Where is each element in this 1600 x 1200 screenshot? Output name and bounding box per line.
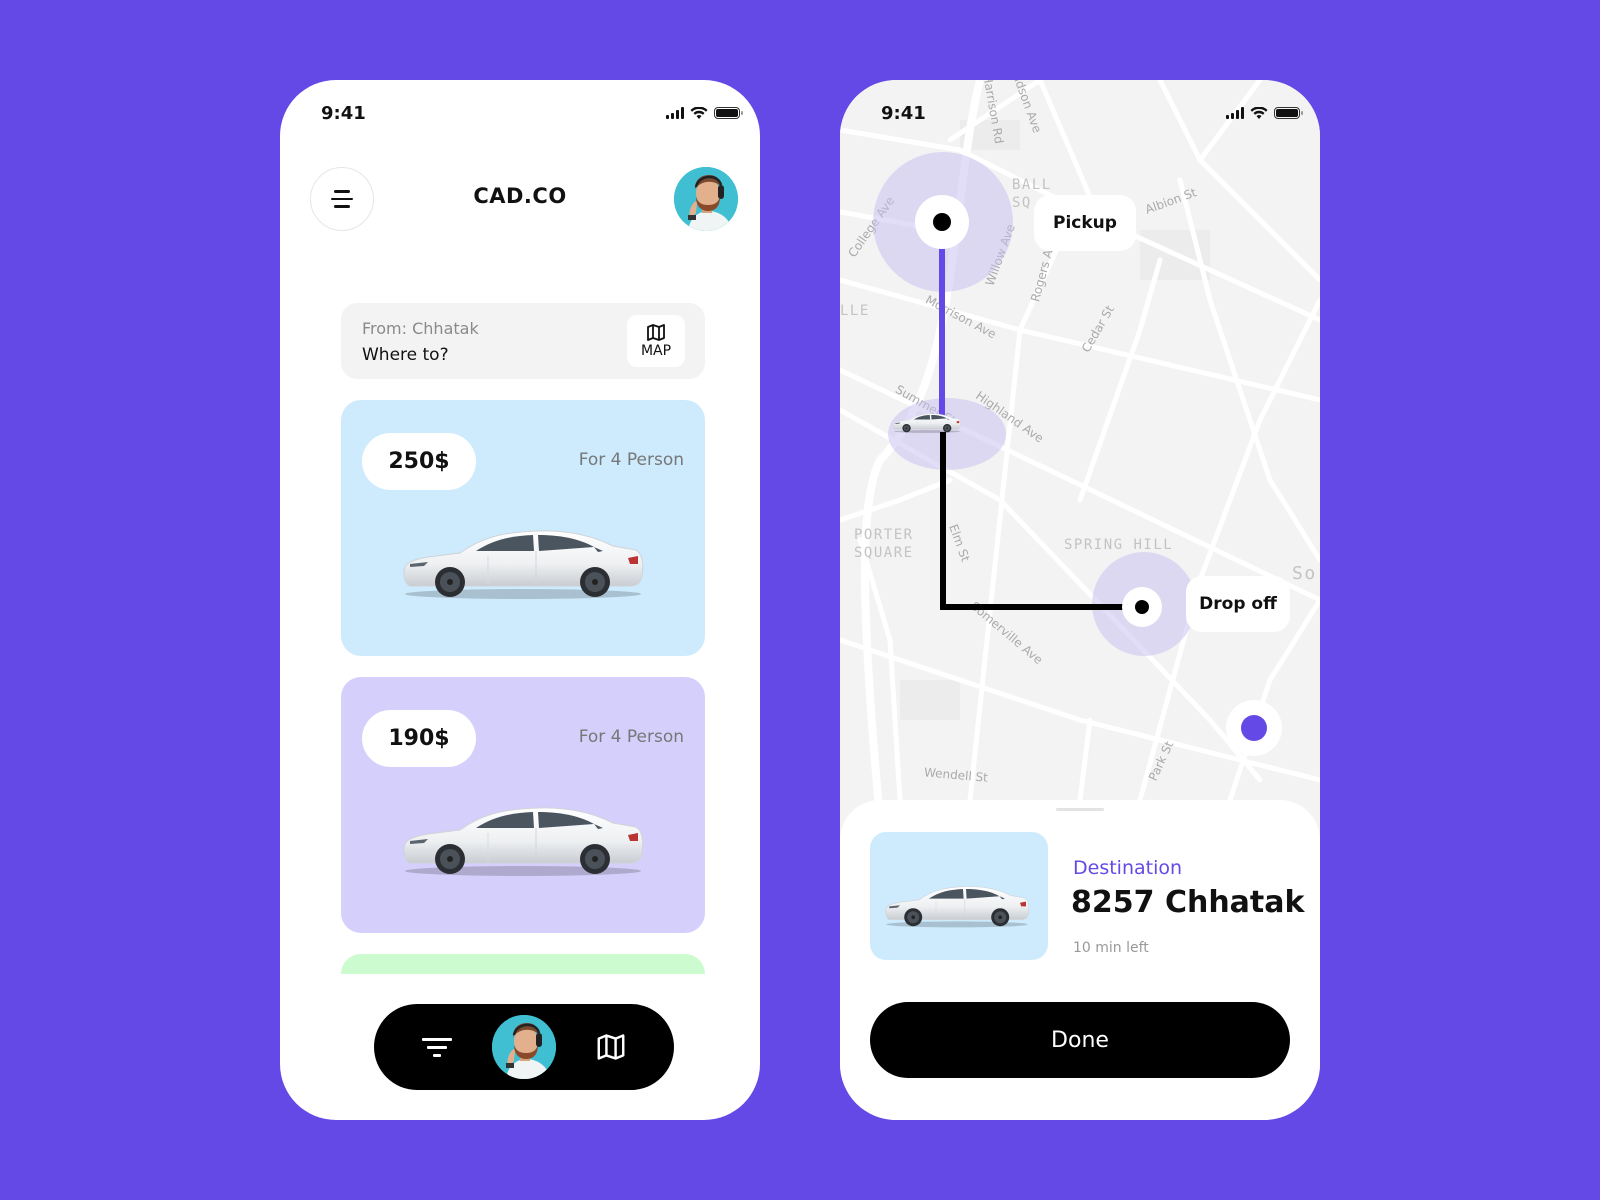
destination-value: 8257 Chhatak [1071,885,1305,920]
car-card[interactable]: 250$ For 4 Person [341,400,705,656]
destination-input[interactable]: Where to? [362,345,449,365]
wifi-icon [1250,106,1268,119]
ride-tracking-screen: Harrison Rd Hudson Ave College Ave Willo… [840,80,1320,1120]
map-view[interactable]: Harrison Rd Hudson Ave College Ave Willo… [840,80,1320,820]
pickup-callout: Pickup [1034,195,1136,251]
filter-icon [422,1037,453,1057]
car-marker [892,410,962,434]
car-image [398,797,648,877]
compass-icon [1241,715,1267,741]
status-bar: 9:41 [280,98,760,128]
pickup-pin[interactable] [915,195,969,249]
destination-label: Destination [1073,857,1183,879]
battery-icon [714,107,743,119]
nav-profile[interactable] [491,1015,556,1079]
status-time: 9:41 [881,102,926,124]
battery-icon [1274,107,1303,119]
profile-avatar[interactable] [674,167,738,231]
bottom-nav [374,1004,674,1090]
car-card[interactable]: 190$ For 4 Person [341,677,705,933]
search-box[interactable]: From: Chhatak Where to? MAP [341,303,705,379]
signal-icon [666,107,684,119]
price-badge: 190$ [362,710,476,767]
capacity-label: For 4 Person [578,450,684,470]
signal-icon [1226,107,1244,119]
ride-details-sheet: Destination 8257 Chhatak 10 min left Don… [840,800,1320,1120]
nav-filter[interactable] [405,1015,469,1079]
car-thumbnail [870,832,1048,960]
recenter-button[interactable] [1226,700,1282,756]
eta-text: 10 min left [1073,940,1149,956]
map-icon [597,1034,625,1060]
car-image [398,520,648,600]
status-time: 9:41 [321,102,366,124]
home-screen: 9:41 CAD.CO From: Chhatak Where to? MAP … [280,80,760,1120]
status-bar: 9:41 [840,98,1320,128]
dropoff-callout: Drop off [1186,576,1290,632]
capacity-label: For 4 Person [578,727,684,747]
map-button-label: MAP [640,342,672,359]
nav-map[interactable] [579,1015,643,1079]
price-badge: 250$ [362,433,476,490]
from-location: From: Chhatak [362,319,479,338]
map-button[interactable]: MAP [627,315,685,367]
car-image [882,880,1032,928]
sheet-handle[interactable] [1056,808,1104,811]
dropoff-pin[interactable] [1122,587,1162,627]
map-icon [647,323,665,341]
car-card-partial[interactable] [341,954,705,974]
done-button[interactable]: Done [870,1002,1290,1078]
wifi-icon [690,106,708,119]
